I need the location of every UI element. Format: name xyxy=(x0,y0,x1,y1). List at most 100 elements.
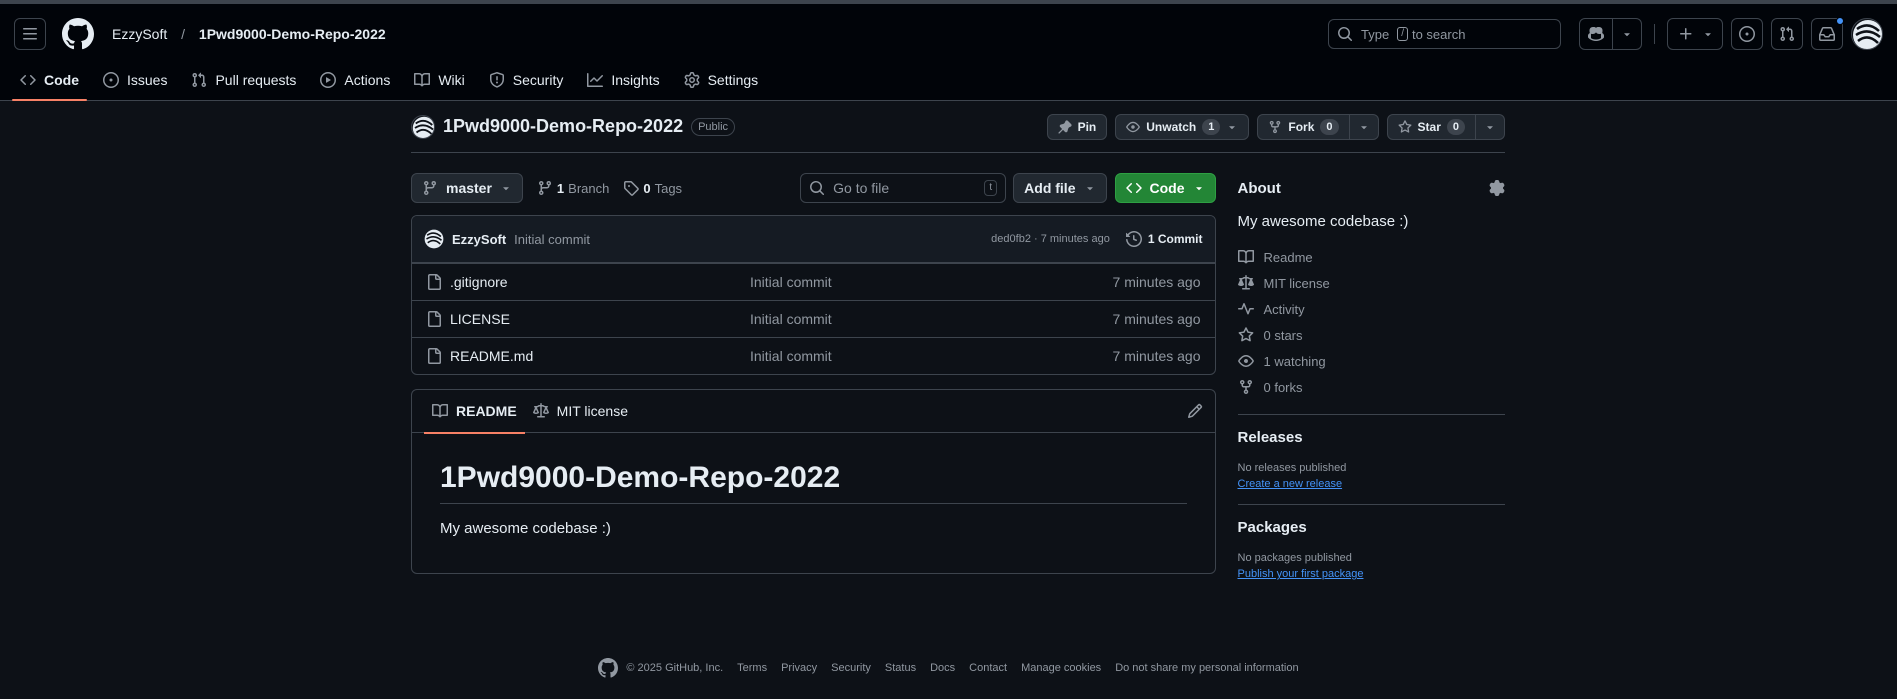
copilot-button[interactable] xyxy=(1580,19,1612,49)
tab-security[interactable]: Security xyxy=(481,64,572,96)
commits-link[interactable]: 1 Commit xyxy=(1125,231,1203,247)
footer-link-docs[interactable]: Docs xyxy=(930,662,955,674)
file-commit-time: 7 minutes ago xyxy=(1112,311,1201,327)
fork-counter: 0 xyxy=(1320,118,1339,135)
tab-wiki[interactable]: Wiki xyxy=(406,64,472,96)
tab-label: Actions xyxy=(344,72,391,88)
chevron-down-icon xyxy=(1229,125,1236,129)
file-row[interactable]: .gitignore Initial commit 7 minutes ago xyxy=(412,263,1215,300)
code-icon xyxy=(1125,182,1142,194)
packages-heading[interactable]: Packages xyxy=(1238,519,1506,536)
footer-link-terms[interactable]: Terms xyxy=(737,662,767,674)
commit-author-avatar[interactable] xyxy=(424,229,444,249)
tab-readme[interactable]: README xyxy=(424,390,525,434)
about-item-label: 0 stars xyxy=(1263,327,1303,343)
chevron-down-icon xyxy=(1360,125,1367,129)
inbox-button[interactable] xyxy=(1811,17,1844,50)
file-name[interactable]: .gitignore xyxy=(450,274,750,290)
search-icon xyxy=(1338,27,1353,42)
fork-label: Fork xyxy=(1288,119,1315,134)
file-commit-message[interactable]: Initial commit xyxy=(750,311,1050,327)
code-button[interactable]: Code xyxy=(1114,173,1216,203)
footer-link-do-not-share[interactable]: Do not share my personal information xyxy=(1115,662,1298,674)
edit-about-button[interactable] xyxy=(1489,180,1505,196)
footer-link-privacy[interactable]: Privacy xyxy=(781,662,817,674)
file-row[interactable]: LICENSE Initial commit 7 minutes ago xyxy=(412,300,1215,337)
file-icon xyxy=(428,274,441,290)
hamburger-icon xyxy=(23,28,37,40)
create-release-link[interactable]: Create a new release xyxy=(1238,478,1506,490)
inbox-icon xyxy=(1819,27,1835,41)
fork-icon xyxy=(1270,120,1281,133)
footer: © 2025 GitHub, Inc. Terms Privacy Securi… xyxy=(0,658,1897,678)
user-avatar[interactable] xyxy=(1851,18,1883,50)
fork-button[interactable]: Fork 0 xyxy=(1257,113,1350,140)
tab-label: Security xyxy=(512,72,564,88)
github-mark-icon[interactable] xyxy=(598,658,619,678)
tab-code[interactable]: Code xyxy=(12,64,87,101)
commit-author[interactable]: EzzySoft xyxy=(452,232,506,247)
branches-link[interactable]: 1 Branch xyxy=(537,180,609,196)
file-commit-time: 7 minutes ago xyxy=(1112,348,1201,364)
law-icon xyxy=(1237,275,1254,290)
footer-link-contact[interactable]: Contact xyxy=(969,662,1007,674)
tab-insights[interactable]: Insights xyxy=(579,64,667,96)
issue-icon xyxy=(103,72,119,88)
edit-readme-button[interactable] xyxy=(1187,403,1203,419)
create-button[interactable] xyxy=(1668,19,1700,49)
releases-note: No releases published xyxy=(1237,462,1347,474)
branch-selector[interactable]: master xyxy=(411,173,523,203)
file-row[interactable]: README.md Initial commit 7 minutes ago xyxy=(412,337,1215,374)
file-commit-message[interactable]: Initial commit xyxy=(750,348,1050,364)
publish-package-link[interactable]: Publish your first package xyxy=(1238,568,1506,580)
about-watchers-link[interactable]: 1 watching xyxy=(1237,348,1506,374)
menu-button[interactable] xyxy=(14,18,46,50)
releases-heading[interactable]: Releases xyxy=(1238,429,1506,446)
create-menu[interactable] xyxy=(1667,18,1723,50)
copilot-menu[interactable] xyxy=(1579,18,1642,50)
file-toolbar: master 1 Branch 0 Tags Go to file t Add … xyxy=(411,173,1216,203)
commit-message[interactable]: Initial commit xyxy=(514,232,590,247)
tags-link[interactable]: 0 Tags xyxy=(623,180,682,196)
footer-link-cookies[interactable]: Manage cookies xyxy=(1021,662,1101,674)
search-input[interactable]: Type / to search xyxy=(1328,19,1561,49)
file-commit-message[interactable]: Initial commit xyxy=(750,274,1050,290)
tab-actions[interactable]: Actions xyxy=(312,64,398,96)
about-activity-link[interactable]: Activity xyxy=(1237,296,1506,322)
issues-button[interactable] xyxy=(1731,18,1763,50)
fork-button-group: Fork 0 xyxy=(1257,113,1379,140)
repo-link[interactable]: 1Pwd9000-Demo-Repo-2022 xyxy=(199,26,386,42)
tab-issues[interactable]: Issues xyxy=(95,64,175,96)
owner-link[interactable]: EzzySoft xyxy=(112,26,167,42)
commits-count: 1 Commit xyxy=(1147,232,1203,246)
tab-settings[interactable]: Settings xyxy=(676,64,767,96)
commit-hash-time[interactable]: ded0fb2 · 7 minutes ago xyxy=(991,233,1110,245)
go-to-file-input[interactable]: Go to file t xyxy=(800,173,1007,203)
unwatch-button[interactable]: Unwatch 1 xyxy=(1115,113,1250,140)
pull-requests-button[interactable] xyxy=(1771,18,1803,50)
copilot-dropdown[interactable] xyxy=(1612,19,1641,49)
about-forks-link[interactable]: 0 forks xyxy=(1238,374,1506,400)
create-dropdown[interactable] xyxy=(1700,19,1722,49)
repo-title[interactable]: 1Pwd9000-Demo-Repo-2022 xyxy=(443,116,683,137)
footer-link-status[interactable]: Status xyxy=(885,662,916,674)
file-name[interactable]: LICENSE xyxy=(450,311,750,327)
chevron-down-icon xyxy=(503,187,509,191)
history-icon xyxy=(1125,231,1142,247)
github-logo-icon[interactable] xyxy=(62,18,94,50)
about-license-link[interactable]: MIT license xyxy=(1237,270,1506,296)
footer-link-security[interactable]: Security xyxy=(831,662,871,674)
eye-icon xyxy=(1126,121,1141,132)
add-file-button[interactable]: Add file xyxy=(1013,173,1107,203)
tab-pull-requests[interactable]: Pull requests xyxy=(183,64,304,96)
issue-icon xyxy=(1739,26,1755,42)
star-dropdown[interactable] xyxy=(1476,113,1505,140)
about-readme-link[interactable]: Readme xyxy=(1237,244,1506,270)
file-name[interactable]: README.md xyxy=(450,348,750,364)
tab-license[interactable]: MIT license xyxy=(525,390,636,433)
pin-button[interactable]: Pin xyxy=(1046,113,1108,140)
about-stars-link[interactable]: 0 stars xyxy=(1238,322,1506,348)
star-button[interactable]: Star 0 xyxy=(1386,113,1476,140)
readme-heading: 1Pwd9000-Demo-Repo-2022 xyxy=(440,461,1187,504)
fork-dropdown[interactable] xyxy=(1349,113,1379,140)
